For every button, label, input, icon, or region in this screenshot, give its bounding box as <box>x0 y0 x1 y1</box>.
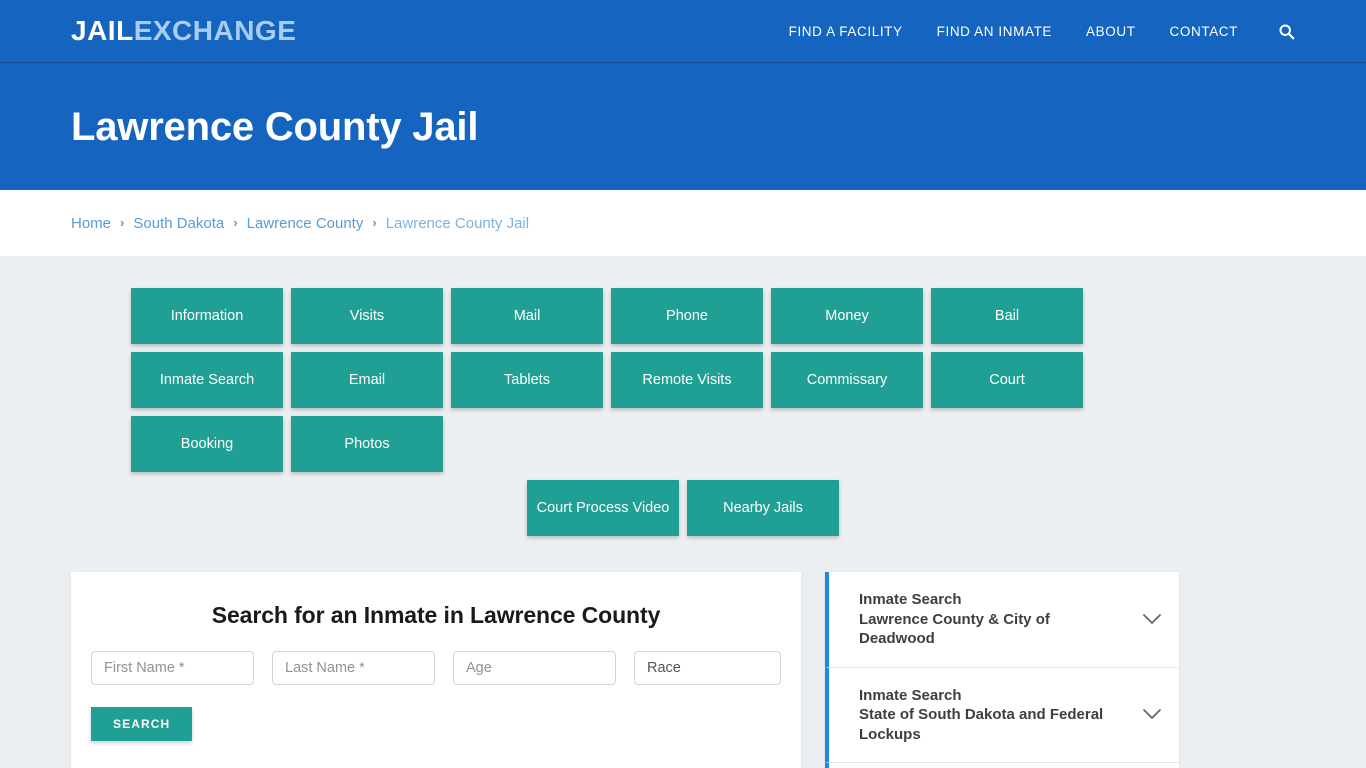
logo-text-primary: JAIL <box>71 15 134 46</box>
first-name-input[interactable] <box>91 651 254 685</box>
sidebar-column: Inmate Search Lawrence County & City of … <box>825 572 1179 768</box>
top-navbar: JAILEXCHANGE FIND A FACILITY FIND AN INM… <box>0 0 1366 63</box>
facility-button-photos[interactable]: Photos <box>291 416 443 472</box>
facility-button-phone[interactable]: Phone <box>611 288 763 344</box>
hero-banner: Lawrence County Jail <box>0 63 1366 190</box>
inmate-search-card: Search for an Inmate in Lawrence County … <box>71 572 801 768</box>
breadcrumb: Home › South Dakota › Lawrence County › … <box>63 215 1303 232</box>
main-content: Information Visits Mail Phone Money Bail… <box>0 256 1366 768</box>
breadcrumb-item-home[interactable]: Home <box>71 215 111 232</box>
chevron-right-icon: › <box>233 214 238 230</box>
race-select[interactable]: Race <box>634 651 781 685</box>
last-name-input[interactable] <box>272 651 435 685</box>
accordion-item-line1: Inmate Search <box>859 591 962 608</box>
nav-link-find-a-facility[interactable]: FIND A FACILITY <box>789 24 903 39</box>
facility-button-money[interactable]: Money <box>771 288 923 344</box>
inmate-search-fields: Race <box>91 651 781 685</box>
logo-text-secondary: EXCHANGE <box>133 15 297 46</box>
accordion-item-line2: State of South Dakota and Federal Lockup… <box>859 706 1104 743</box>
accordion-item-inmate-search-county[interactable]: Inmate Search Lawrence County & City of … <box>825 572 1179 668</box>
facility-button-bail[interactable]: Bail <box>931 288 1083 344</box>
primary-nav: FIND A FACILITY FIND AN INMATE ABOUT CON… <box>789 23 1295 40</box>
facility-button-commissary[interactable]: Commissary <box>771 352 923 408</box>
accordion-item-contact-information[interactable]: Lawrence County Jail Contact Information <box>825 763 1179 768</box>
inmate-search-title: Search for an Inmate in Lawrence County <box>211 602 661 628</box>
facility-nav-buttons-row-3: Court Process Video Nearby Jails <box>131 480 1235 536</box>
search-icon <box>1278 23 1295 40</box>
accordion-item-inmate-search-state[interactable]: Inmate Search State of South Dakota and … <box>825 667 1179 763</box>
facility-nav-buttons: Information Visits Mail Phone Money Bail… <box>131 288 1235 472</box>
facility-button-court-process-video[interactable]: Court Process Video <box>527 480 679 536</box>
inmate-search-submit-button[interactable]: SEARCH <box>91 707 193 741</box>
facility-button-mail[interactable]: Mail <box>451 288 603 344</box>
facility-button-email[interactable]: Email <box>291 352 443 408</box>
breadcrumb-item-lawrence-county[interactable]: Lawrence County <box>247 215 364 232</box>
age-input[interactable] <box>453 651 616 685</box>
breadcrumb-item-current: Lawrence County Jail <box>385 214 530 232</box>
content-container: Information Visits Mail Phone Money Bail… <box>63 288 1303 768</box>
breadcrumb-item-south-dakota[interactable]: South Dakota <box>133 215 224 232</box>
facility-button-information[interactable]: Information <box>131 288 283 344</box>
main-column: Search for an Inmate in Lawrence County … <box>71 572 801 768</box>
facility-button-remote-visits[interactable]: Remote Visits <box>611 352 763 408</box>
accordion-item-line2: Lawrence County & City of Deadwood <box>859 610 1050 648</box>
nav-link-find-an-inmate[interactable]: FIND AN INMATE <box>937 24 1052 39</box>
hero-inner: Lawrence County Jail <box>63 105 1303 149</box>
nav-link-about[interactable]: ABOUT <box>1086 24 1136 39</box>
facility-button-tablets[interactable]: Tablets <box>451 352 603 408</box>
site-logo[interactable]: JAILEXCHANGE <box>71 17 296 45</box>
chevron-right-icon: › <box>372 214 377 230</box>
chevron-down-icon <box>1141 613 1163 625</box>
chevron-down-icon <box>1141 709 1163 720</box>
breadcrumb-band: Home › South Dakota › Lawrence County › … <box>0 190 1366 256</box>
facility-button-visits[interactable]: Visits <box>291 288 443 344</box>
facility-button-court[interactable]: Court <box>931 352 1083 408</box>
page-title: Lawrence County Jail <box>71 104 479 149</box>
accordion-item-text: Inmate Search State of South Dakota and … <box>859 686 1141 745</box>
accordion-item-line1: Inmate Search <box>859 686 962 704</box>
two-column-layout: Search for an Inmate in Lawrence County … <box>71 572 1295 768</box>
facility-button-booking[interactable]: Booking <box>131 416 283 472</box>
nav-link-contact[interactable]: CONTACT <box>1170 24 1238 39</box>
facility-button-inmate-search[interactable]: Inmate Search <box>131 352 283 408</box>
accordion-item-text: Inmate Search Lawrence County & City of … <box>859 590 1141 649</box>
nav-search-button[interactable] <box>1278 23 1295 40</box>
chevron-right-icon: › <box>120 214 125 230</box>
sidebar-accordion: Inmate Search Lawrence County & City of … <box>825 572 1179 768</box>
facility-button-nearby-jails[interactable]: Nearby Jails <box>687 480 839 536</box>
navbar-inner: JAILEXCHANGE FIND A FACILITY FIND AN INM… <box>63 17 1303 45</box>
